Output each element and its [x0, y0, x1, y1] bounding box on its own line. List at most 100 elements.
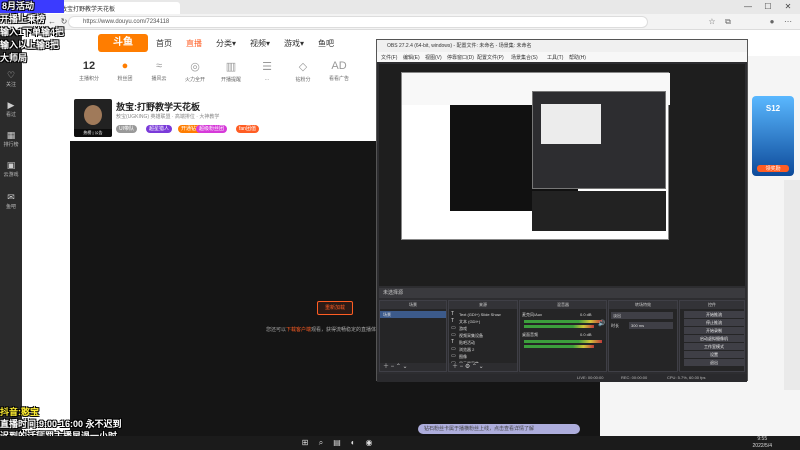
obs-menu-edit[interactable]: 编辑(E): [403, 54, 420, 61]
sidebar-item-cloud-game[interactable]: ▣ 云游戏: [0, 160, 22, 178]
nav-live[interactable]: 直播: [186, 38, 202, 49]
camera-icon: ▭: [451, 332, 456, 338]
obs-menu-help[interactable]: 帮助(H): [569, 54, 586, 61]
feature-anchor-score[interactable]: 12 主播积分: [72, 60, 106, 82]
feature-gift[interactable]: ☰...: [250, 60, 284, 82]
more-icon[interactable]: ⋯: [782, 16, 794, 28]
transition-select[interactable]: 淡出: [611, 312, 673, 319]
avatar-face: [84, 105, 102, 125]
start-stream-button[interactable]: 开始推流: [684, 311, 744, 318]
feature-trend[interactable]: ≈ 播风云: [142, 60, 176, 82]
nav-home[interactable]: 首页: [156, 38, 172, 49]
obs-menu-tools[interactable]: 工具(T): [547, 54, 563, 61]
source-item[interactable]: T Text (GDI+) Slide Show: [449, 311, 517, 318]
duration-input[interactable]: 300 ms: [629, 322, 673, 329]
obs-menubar: 文件(F) 编辑(E) 视图(V) 停靠窗口(D) 配置文件(P) 场景集合(S…: [377, 52, 747, 62]
promo-banner[interactable]: S12 领奖励: [752, 96, 794, 176]
rank-icon: ▦: [6, 130, 16, 140]
source-item[interactable]: T 文本 (GDI+): [449, 318, 517, 325]
obs-menu-profile[interactable]: 配置文件(P): [477, 54, 504, 61]
source-item[interactable]: ▭ 视频采集设备: [449, 332, 517, 339]
message-icon: ✉: [7, 192, 15, 202]
virtual-cam-button[interactable]: 启动虚拟摄像机: [684, 335, 744, 342]
favorites-icon[interactable]: ☆: [706, 16, 718, 28]
overlay-line: 开播上乘榜: [0, 14, 46, 24]
close-button[interactable]: ✕: [780, 1, 796, 13]
badge-fan-value[interactable]: fan团值: [236, 125, 259, 133]
reload-button[interactable]: 重新加载: [317, 301, 353, 315]
scenes-dock-toolbar[interactable]: ＋ − ⌃ ⌄: [380, 363, 446, 371]
sidebar-item-fishbar[interactable]: ✉ 鱼吧: [0, 192, 22, 210]
source-item[interactable]: ▭ 浏览器 2: [449, 346, 517, 353]
nested-capture: [401, 72, 670, 240]
profile-icon[interactable]: ●: [766, 16, 778, 28]
source-item[interactable]: ▭ 图像: [449, 353, 517, 360]
sidebar-item-follow[interactable]: ♡ 关注: [0, 70, 22, 88]
nav-video[interactable]: 视频▾: [250, 38, 270, 49]
collections-icon[interactable]: ⧉: [722, 16, 734, 28]
url-input[interactable]: https://www.douyu.com/7234118: [68, 16, 648, 28]
studio-mode-button[interactable]: 工作室模式: [684, 343, 744, 350]
overlay-line: 大师局: [0, 53, 28, 63]
stop-stream-button[interactable]: 停止推流: [684, 319, 744, 326]
scene-item[interactable]: 场景: [380, 311, 446, 318]
start-icon[interactable]: ⊞: [300, 438, 310, 448]
sidebar-item-rank[interactable]: ▦ 排行榜: [0, 130, 22, 148]
scenes-dock: 场景 场景 ＋ − ⌃ ⌄: [379, 300, 447, 372]
nav-fishbar[interactable]: 鱼吧: [318, 38, 334, 49]
explorer-icon[interactable]: ▤: [332, 438, 342, 448]
room-info: 热榜 | 公告 敖宝:打野教学天花板 敖宝(UGKING) 英雄联盟 · 高端排…: [70, 96, 376, 140]
heart-icon: ♡: [6, 70, 16, 80]
mixer-dock-title: 混音器: [520, 301, 606, 309]
promo-button[interactable]: 领奖励: [757, 165, 789, 172]
badge-super-fan[interactable]: 超级粉丝团: [196, 125, 228, 133]
obs-window[interactable]: OBS 27.2.4 (64-bit, windows) - 配置文件: 未命名…: [376, 39, 748, 382]
speaker-icon[interactable]: 🔊: [598, 321, 605, 328]
source-item[interactable]: ▭ 游戏: [449, 325, 517, 332]
maximize-button[interactable]: ☐: [760, 1, 776, 13]
text-icon: T: [451, 318, 455, 324]
obs-icon[interactable]: ◉: [364, 438, 374, 448]
feature-fan-club[interactable]: ● 粉丝团: [108, 60, 142, 82]
badge-hunter[interactable]: 超星猎人: [146, 125, 173, 133]
volume-slider[interactable]: [524, 325, 594, 328]
douyu-logo[interactable]: 斗鱼: [98, 34, 148, 52]
obs-titlebar[interactable]: OBS 27.2.4 (64-bit, windows) - 配置文件: 未命名…: [377, 40, 747, 52]
address-bar-row: ← ↻ https://www.douyu.com/7234118 ☆ ⧉ ● …: [6, 15, 800, 29]
volume-meter: [524, 320, 602, 323]
badge-team[interactable]: UI带队: [116, 125, 138, 133]
volume-slider[interactable]: [524, 345, 594, 348]
obs-menu-docks[interactable]: 停靠窗口(D): [447, 54, 474, 61]
system-clock[interactable]: 9:55 2022/5/4: [753, 436, 772, 450]
feature-ads[interactable]: AD 看看广告: [322, 60, 356, 82]
controls-dock: 控件 开始推流 停止推流 开始录制 启动虚拟摄像机 工作室模式 设置 退出: [679, 300, 745, 372]
source-item[interactable]: T 贴吧活动: [449, 339, 517, 346]
obs-statusbar: LIVE: 00:00:00 REC: 00:00:00 CPU: 5.7%, …: [377, 374, 747, 382]
exit-button[interactable]: 退出: [684, 359, 744, 366]
minimize-button[interactable]: —: [740, 1, 756, 13]
nav-category[interactable]: 分类▾: [216, 38, 236, 49]
download-client-link[interactable]: 下载客户端: [286, 327, 311, 333]
start-record-button[interactable]: 开始录制: [684, 327, 744, 334]
feature-remind[interactable]: ▥ 开播提醒: [214, 60, 248, 83]
sidebar-item-history[interactable]: ▶ 看过: [0, 100, 22, 118]
obs-menu-file[interactable]: 文件(F): [381, 54, 397, 61]
obs-menu-scenes[interactable]: 场景集合(S): [511, 54, 538, 61]
edge-icon[interactable]: ◐: [348, 438, 358, 448]
search-icon[interactable]: ⌕: [316, 438, 326, 448]
danmaku-notice[interactable]: 钻石粉丝卡属于播横粉丝上线，点击查看详情了解: [418, 424, 580, 434]
settings-button[interactable]: 设置: [684, 351, 744, 358]
nested-obs-inner: [541, 104, 601, 144]
feature-fire[interactable]: ◎ 火力全开: [178, 60, 212, 83]
sources-dock-toolbar[interactable]: ＋ − ⚙ ⌃ ⌄: [449, 363, 517, 371]
gift-icon: ☰: [262, 61, 272, 73]
feature-diamond[interactable]: ◇ 钻粉分: [286, 60, 320, 83]
nested-obs: [532, 91, 666, 189]
obs-preview[interactable]: [379, 64, 745, 286]
overlay-line: 抖音:憨宝: [0, 407, 39, 417]
left-sidebar: ♡ 关注 ▶ 看过 ▦ 排行榜 ▣ 云游戏 ✉ 鱼吧: [0, 30, 22, 436]
obs-menu-view[interactable]: 视图(V): [425, 54, 442, 61]
avatar[interactable]: 热榜 | 公告: [74, 99, 112, 137]
obs-source-toolbar: 未选择源: [379, 288, 745, 298]
nav-game[interactable]: 游戏▾: [284, 38, 304, 49]
